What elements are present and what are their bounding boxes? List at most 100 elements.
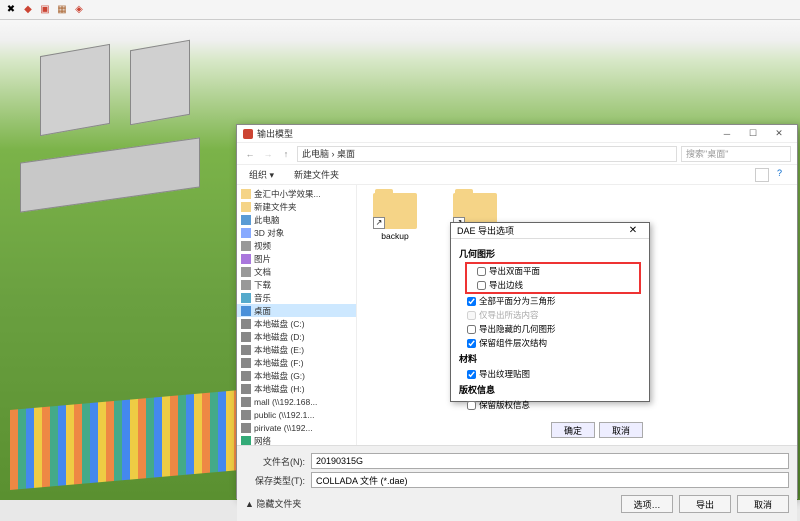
tool-box-icon[interactable]: ▦ — [55, 3, 69, 17]
folder-icon — [241, 189, 251, 199]
minimize-icon[interactable]: ─ — [715, 127, 739, 141]
dialog-toolbar: 组织 ▾ 新建文件夹 ? — [237, 165, 797, 185]
drive-icon — [241, 371, 251, 381]
drive-icon — [241, 345, 251, 355]
drive-icon — [241, 358, 251, 368]
checkbox-selection-only — [467, 311, 476, 320]
tree-item-label: 桌面 — [254, 305, 271, 317]
tree-item[interactable]: 视频 — [237, 239, 356, 252]
options-button[interactable]: 选项… — [621, 495, 673, 513]
folder-tree[interactable]: 金汇中小学效果...新建文件夹此电脑3D 对象视频图片文档下载音乐桌面本地磁盘 … — [237, 185, 357, 445]
tree-item[interactable]: public (\\192.1... — [237, 408, 356, 421]
dialog-titlebar: 输出模型 ─ ☐ ✕ — [237, 125, 797, 143]
download-icon — [241, 280, 251, 290]
checkbox-hierarchy[interactable] — [467, 339, 476, 348]
tree-item-label: 音乐 — [254, 292, 271, 304]
organize-button[interactable]: 组织 ▾ — [243, 167, 280, 182]
tool-cube-icon[interactable]: ▣ — [38, 3, 52, 17]
tree-item[interactable]: 此电脑 — [237, 213, 356, 226]
folder-icon — [241, 202, 251, 212]
drive-icon — [241, 319, 251, 329]
checkbox-two-sided[interactable] — [477, 267, 486, 276]
cancel-button[interactable]: 取消 — [737, 495, 789, 513]
maximize-icon[interactable]: ☐ — [741, 127, 765, 141]
help-icon[interactable]: ? — [777, 168, 791, 182]
tool-wrench-icon[interactable]: ✖ — [4, 3, 18, 17]
hide-folders-toggle[interactable]: ▲ 隐藏文件夹 — [245, 495, 615, 513]
filetype-select[interactable]: COLLADA 文件 (*.dae) — [311, 472, 789, 488]
tree-item[interactable]: 本地磁盘 (C:) — [237, 317, 356, 330]
checkbox-textures[interactable] — [467, 370, 476, 379]
music-icon — [241, 293, 251, 303]
view-mode-icon[interactable] — [755, 168, 769, 182]
building-model — [130, 40, 190, 126]
app-icon — [243, 129, 253, 139]
tree-item-label: public (\\192.1... — [254, 410, 314, 420]
tree-item[interactable]: 新建文件夹 — [237, 200, 356, 213]
building-model — [10, 390, 240, 490]
tree-item[interactable]: 3D 对象 — [237, 226, 356, 239]
dae-options-dialog: DAE 导出选项 ✕ 几何图形 导出双面平面 导出边线 全部平面分为三角形 仅导… — [450, 222, 650, 402]
tree-item-label: 3D 对象 — [254, 227, 284, 239]
tree-item-label: 文档 — [254, 266, 271, 278]
tree-item[interactable]: 金汇中小学效果... — [237, 187, 356, 200]
breadcrumb[interactable]: 此电脑 › 桌面 — [297, 146, 677, 162]
tool-ruby-icon[interactable]: ◆ — [21, 3, 35, 17]
drive-icon — [241, 410, 251, 420]
file-label: backup — [381, 231, 408, 241]
checkbox-triangulate[interactable] — [467, 297, 476, 306]
tree-item-label: 视频 — [254, 240, 271, 252]
new-folder-button[interactable]: 新建文件夹 — [288, 167, 345, 182]
tree-item[interactable]: 本地磁盘 (E:) — [237, 343, 356, 356]
tree-item-label: 此电脑 — [254, 214, 280, 226]
checkbox-edges[interactable] — [477, 281, 486, 290]
tree-item[interactable]: 文档 — [237, 265, 356, 278]
drive-icon — [241, 384, 251, 394]
close-icon[interactable]: ✕ — [623, 225, 643, 236]
tree-item[interactable]: 音乐 — [237, 291, 356, 304]
tree-item-label: 图片 — [254, 253, 271, 265]
network-icon — [241, 436, 251, 446]
tree-item[interactable]: 本地磁盘 (G:) — [237, 369, 356, 382]
drive-icon — [241, 397, 251, 407]
tree-item[interactable]: pirivate (\\192... — [237, 421, 356, 434]
drive-icon — [241, 332, 251, 342]
image-icon — [241, 254, 251, 264]
tree-item[interactable]: 本地磁盘 (D:) — [237, 330, 356, 343]
nav-forward-icon[interactable]: → — [261, 149, 275, 159]
tree-item-label: 本地磁盘 (D:) — [254, 331, 305, 343]
tree-item-label: mall (\\192.168... — [254, 397, 317, 407]
tree-item[interactable]: 桌面 — [237, 304, 356, 317]
tree-item-label: 网络 — [254, 435, 271, 446]
tree-item-label: 本地磁盘 (H:) — [254, 383, 305, 395]
tree-item[interactable]: 下载 — [237, 278, 356, 291]
filename-input[interactable]: 20190315G — [311, 453, 789, 469]
filetype-label: 保存类型(T): — [245, 474, 305, 487]
search-input[interactable]: 搜索"桌面" — [681, 146, 791, 162]
dialog-title: 输出模型 — [257, 127, 715, 140]
export-button[interactable]: 导出 — [679, 495, 731, 513]
close-icon[interactable]: ✕ — [767, 127, 791, 141]
building-model — [40, 44, 110, 136]
tree-item-label: 下载 — [254, 279, 271, 291]
tree-item[interactable]: 网络 — [237, 434, 356, 445]
shortcut-overlay-icon: ↗ — [373, 217, 385, 229]
tree-item-label: 本地磁盘 (F:) — [254, 357, 304, 369]
dae-dialog-title: DAE 导出选项 — [457, 224, 623, 237]
section-geometry: 几何图形 — [459, 247, 641, 260]
tree-item[interactable]: mall (\\192.168... — [237, 395, 356, 408]
nav-up-icon[interactable]: ↑ — [279, 149, 293, 159]
tool-gem-icon[interactable]: ◈ — [72, 3, 86, 17]
tree-item-label: 本地磁盘 (E:) — [254, 344, 304, 356]
nav-back-icon[interactable]: ← — [243, 149, 257, 159]
ok-button[interactable]: 确定 — [551, 422, 595, 438]
tree-item[interactable]: 本地磁盘 (H:) — [237, 382, 356, 395]
tree-item[interactable]: 本地磁盘 (F:) — [237, 356, 356, 369]
tree-item[interactable]: 图片 — [237, 252, 356, 265]
checkbox-hidden-geom[interactable] — [467, 325, 476, 334]
cancel-button[interactable]: 取消 — [599, 422, 643, 438]
checkbox-credits[interactable] — [467, 401, 476, 410]
tree-item-label: 金汇中小学效果... — [254, 188, 321, 200]
file-item[interactable]: ↗ backup — [365, 193, 425, 241]
tree-item-label: 本地磁盘 (G:) — [254, 370, 305, 382]
